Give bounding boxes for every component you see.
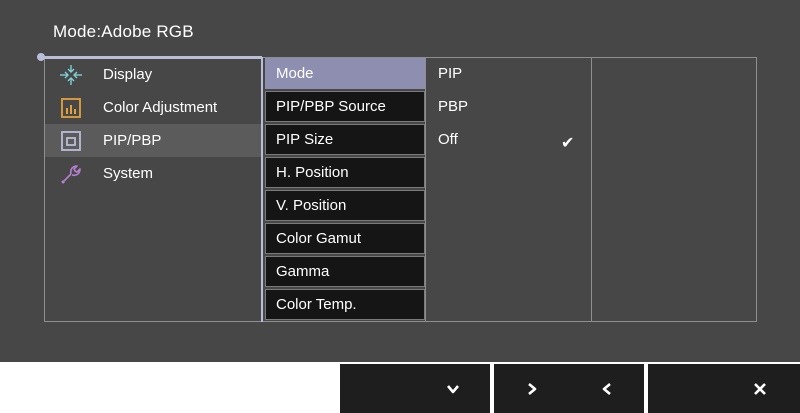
mode-title: Mode:Adobe RGB [53, 22, 194, 41]
main-menu-label: System [103, 165, 154, 182]
submenu-item-h-position[interactable]: H. Position [265, 157, 425, 188]
submenu-item-color-temp[interactable]: Color Temp. [265, 289, 425, 320]
chevron-down-icon [445, 381, 461, 402]
submenu-item-color-gamut[interactable]: Color Gamut [265, 223, 425, 254]
main-menu-item-color-adjustment[interactable]: Color Adjustment [45, 91, 261, 124]
submenu-item-pip-pbp-source[interactable]: PIP/PBP Source [265, 91, 425, 122]
hotkey-down-button[interactable] [340, 364, 490, 413]
mode-options: PIP PBP Off [425, 57, 592, 322]
hotkey-right-button[interactable] [494, 364, 644, 413]
submenu-item-mode[interactable]: Mode [265, 58, 425, 89]
submenu-item-pip-size[interactable]: PIP Size [265, 124, 425, 155]
main-menu-label: PIP/PBP [103, 132, 162, 149]
pip-pbp-submenu: Mode PIP/PBP Source PIP Size H. Position… [261, 57, 426, 322]
pip-pbp-icon [60, 130, 82, 152]
main-menu: Display Color Adjustment PIP/PBP System [45, 58, 261, 190]
main-menu-item-system[interactable]: System [45, 157, 261, 190]
close-icon [752, 381, 768, 402]
main-menu-label: Display [103, 66, 153, 83]
chevron-right-icon [524, 381, 540, 402]
chevron-left-icon[interactable] [599, 381, 615, 402]
display-icon [60, 64, 82, 86]
menu-frame-dot [37, 53, 45, 61]
osd-menu: Mode:Adobe RGB Display Color Adjustment … [0, 0, 800, 362]
hotkey-close-button[interactable] [648, 364, 800, 413]
checkmark-icon: ✔ [561, 135, 575, 152]
option-off[interactable]: Off [438, 131, 458, 148]
color-adjustment-icon [60, 97, 82, 119]
option-pbp[interactable]: PBP [438, 98, 468, 115]
submenu-item-v-position[interactable]: V. Position [265, 190, 425, 221]
system-wrench-icon [60, 163, 82, 185]
submenu-item-gamma[interactable]: Gamma [265, 256, 425, 287]
main-menu-item-display[interactable]: Display [45, 58, 261, 91]
hotkey-bar [0, 364, 800, 413]
option-pip[interactable]: PIP [438, 65, 462, 82]
main-menu-item-pip-pbp[interactable]: PIP/PBP [45, 124, 261, 157]
main-menu-label: Color Adjustment [103, 99, 218, 116]
